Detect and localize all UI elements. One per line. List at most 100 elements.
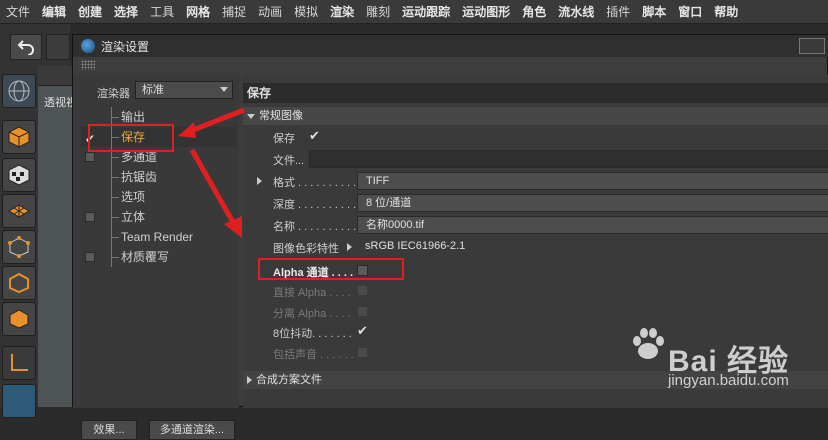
name-label: 名称 . . . . . . . . . . <box>273 221 357 233</box>
grid-plane-icon <box>8 204 30 218</box>
row-format: 格式 . . . . . . . . . . TIFF <box>243 171 828 191</box>
renderer-label: 渲染器 <box>97 88 130 100</box>
menu-item[interactable]: 帮助 <box>714 3 738 20</box>
separate-alpha-checkbox[interactable] <box>357 306 368 317</box>
renderer-select[interactable]: 标准 <box>135 81 233 99</box>
points-mode-button[interactable] <box>2 230 36 264</box>
maximize-button[interactable] <box>799 38 825 54</box>
color-profile-label: 图像色彩特性 <box>273 243 339 255</box>
tree-line <box>111 197 119 198</box>
menu-item[interactable]: 运动图形 <box>462 3 510 20</box>
undo-icon <box>17 40 34 55</box>
annotation-arrow-icon <box>178 107 245 138</box>
menu-item[interactable]: 动画 <box>258 3 282 20</box>
name-select[interactable]: 名称0000.tif <box>357 216 828 234</box>
paw-logo-icon <box>633 328 664 359</box>
axis-icon <box>11 354 28 371</box>
edges-cube-icon <box>9 272 29 294</box>
file-path-field[interactable] <box>309 150 828 168</box>
viewport[interactable] <box>38 66 72 407</box>
format-select[interactable]: TIFF <box>357 172 828 190</box>
tree-line <box>111 217 119 218</box>
tree-line <box>111 157 119 158</box>
tree-item[interactable]: 材质覆写 <box>81 247 237 267</box>
menu-item[interactable]: 工具 <box>150 3 174 20</box>
row-color-profile: 图像色彩特性 sRGB IEC61966-2.1 <box>243 237 828 257</box>
expand-triangle-icon[interactable] <box>347 243 352 251</box>
expand-triangle-icon[interactable] <box>257 177 262 185</box>
row-straight-alpha: 直接 Alpha . . . . <box>243 281 828 301</box>
tree-item-label: 抗锯齿 <box>121 170 158 184</box>
file-label[interactable]: 文件... <box>273 152 304 168</box>
dialog-titlebar: 渲染设置 <box>73 35 828 57</box>
format-label: 格式 . . . . . . . . . . <box>273 177 357 189</box>
tree-line <box>111 117 119 118</box>
include-sound-checkbox[interactable] <box>357 347 368 358</box>
tree-item-label: 立体 <box>121 210 146 224</box>
row-file: 文件... <box>243 149 828 169</box>
grip-handle[interactable] <box>81 60 95 70</box>
color-profile-value[interactable]: sRGB IEC61966-2.1 <box>357 238 828 256</box>
menu-item[interactable]: 网格 <box>186 3 210 20</box>
multipass-render-button[interactable]: 多通道渲染... <box>149 420 235 440</box>
separate-alpha-label: 分离 Alpha . . . . <box>273 308 351 320</box>
tree-line <box>111 257 119 258</box>
annotation-box-alpha <box>258 258 404 280</box>
straight-alpha-label: 直接 Alpha . . . . <box>273 287 351 299</box>
tree-item-checkbox[interactable] <box>85 252 95 262</box>
edges-mode-button[interactable] <box>2 266 36 300</box>
tweak-button[interactable] <box>2 384 36 418</box>
depth-label: 深度 . . . . . . . . . . <box>273 199 357 211</box>
baidu-watermark: Bai 经验 jingyan.baidu.com <box>628 310 798 390</box>
expand-triangle-icon <box>247 376 252 385</box>
menu-item[interactable]: 运动跟踪 <box>402 3 450 20</box>
redo-button[interactable] <box>46 34 70 60</box>
object-mode-button[interactable] <box>2 120 36 154</box>
tree-line <box>111 177 119 178</box>
row-name: 名称 . . . . . . . . . . 名称0000.tif <box>243 215 828 235</box>
menu-item[interactable]: 插件 <box>606 3 630 20</box>
menu-item[interactable]: 创建 <box>78 3 102 20</box>
section-general-label: 常规图像 <box>259 110 303 122</box>
straight-alpha-checkbox[interactable] <box>357 285 368 296</box>
workplane-button[interactable] <box>2 194 36 228</box>
save-checkbox[interactable]: ✔ <box>309 128 320 144</box>
menu-item[interactable]: 选择 <box>114 3 138 20</box>
checker-cube-icon <box>8 164 30 186</box>
chevron-down-icon <box>220 87 228 92</box>
menu-item[interactable]: 窗口 <box>678 3 702 20</box>
menu-item[interactable]: 流水线 <box>558 3 594 20</box>
menu-item[interactable]: 捕捉 <box>222 3 246 20</box>
undo-button[interactable] <box>10 34 42 60</box>
menu-item[interactable]: 雕刻 <box>366 3 390 20</box>
menu-item[interactable]: 模拟 <box>294 3 318 20</box>
menu-item[interactable]: 渲染 <box>330 3 354 20</box>
include-sound-label: 包括声音 . . . . . . <box>273 349 354 361</box>
effects-button[interactable]: 效果... <box>81 420 137 440</box>
dither-checkbox[interactable]: ✔ <box>357 323 368 339</box>
section-compositing-label: 合成方案文件 <box>256 374 322 386</box>
menu-item[interactable]: 角色 <box>522 3 546 20</box>
tree-item-checkbox[interactable] <box>85 212 95 222</box>
menu-item[interactable]: 脚本 <box>642 3 666 20</box>
panel-title: 保存 <box>243 83 828 103</box>
tree-item-label: Team Render <box>121 230 194 244</box>
depth-select[interactable]: 8 位/通道 <box>357 194 828 212</box>
polygons-mode-button[interactable] <box>2 302 36 336</box>
menu-item[interactable]: 编辑 <box>42 3 66 20</box>
menu-item[interactable]: 文件 <box>6 3 30 20</box>
texture-mode-button[interactable] <box>2 158 36 192</box>
tree-item-label: 选项 <box>121 190 146 204</box>
dialog-title: 渲染设置 <box>101 39 150 54</box>
tree-line <box>111 237 119 238</box>
section-general-image[interactable]: 常规图像 <box>243 107 828 125</box>
axis-button[interactable] <box>2 346 36 380</box>
renderer-value: 标准 <box>142 84 164 96</box>
tree-item-label: 材质覆写 <box>121 250 170 264</box>
model-mode-button[interactable] <box>2 74 36 108</box>
watermark-url: jingyan.baidu.com <box>668 372 789 389</box>
tree-item-checkbox[interactable] <box>85 152 95 162</box>
points-cube-icon <box>8 236 30 258</box>
cinema4d-logo-icon <box>81 39 95 53</box>
cube-icon <box>8 126 30 148</box>
